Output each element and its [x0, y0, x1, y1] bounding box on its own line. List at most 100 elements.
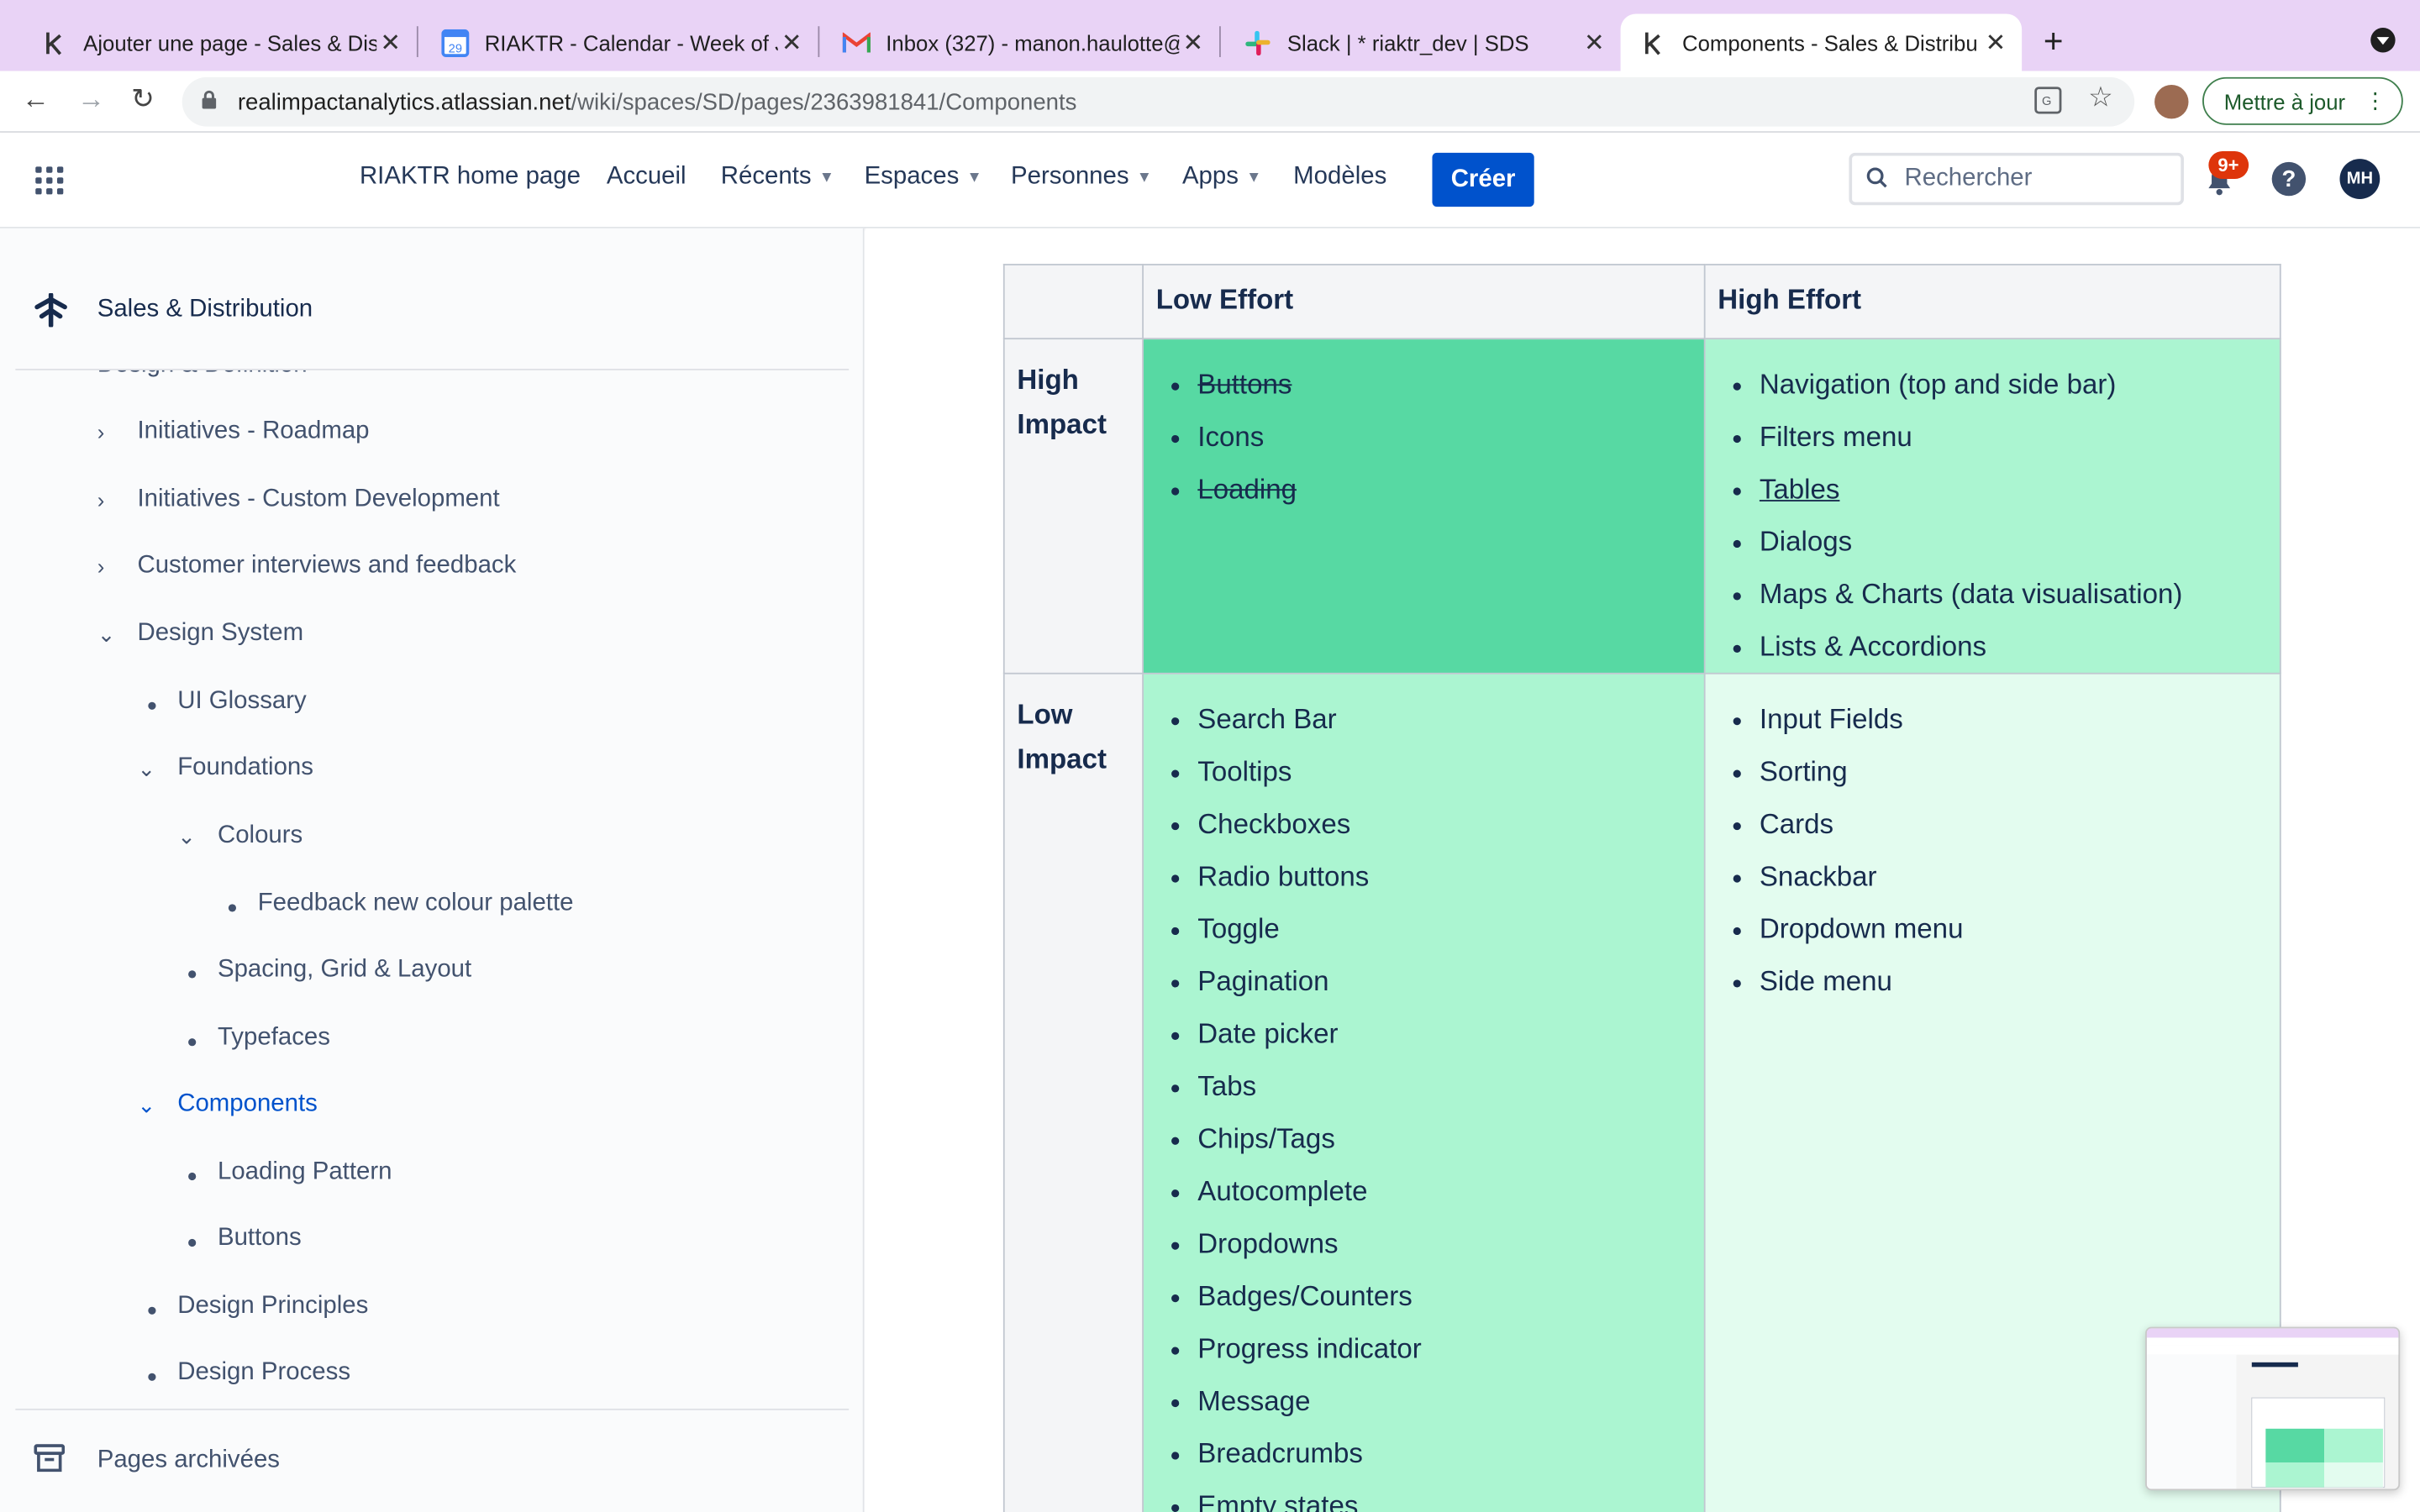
- screenshot-thumbnail[interactable]: [2145, 1326, 2401, 1491]
- sidebar-item-label: Typefaces: [217, 1024, 330, 1051]
- divider: [15, 368, 850, 370]
- sidebar-item-feedback-new-colour-palette[interactable]: Feedback new colour palette: [218, 887, 574, 921]
- sidebar-item-label: Foundations: [177, 754, 313, 781]
- table-row-low-impact: Low Impact Search BarTooltipsCheckboxesR…: [1002, 672, 2281, 1512]
- profile-avatar[interactable]: [2154, 85, 2189, 119]
- browser-tab[interactable]: Slack | * riaktr_dev | SDS ✕: [1234, 14, 1618, 71]
- column-header-high-effort: High Effort: [1703, 264, 2281, 340]
- list-item: Empty states: [1197, 1479, 1691, 1512]
- nav-apps-dropdown[interactable]: Apps ▼: [1182, 164, 1261, 192]
- tab-separator: [416, 26, 418, 57]
- help-icon[interactable]: ?: [2271, 161, 2307, 197]
- page-content: Low Effort High Effort High Impact Butto…: [865, 228, 2420, 1512]
- list-item: Tooltips: [1197, 745, 1691, 797]
- sidebar-item-label: Spacing, Grid & Layout: [217, 956, 472, 984]
- nav-accueil[interactable]: Accueil: [607, 164, 687, 192]
- chevron-down-icon[interactable]: ⌄: [137, 1091, 177, 1117]
- nav-recents-dropdown[interactable]: Récents ▼: [721, 164, 834, 192]
- nav-espaces-dropdown[interactable]: Espaces ▼: [865, 164, 982, 192]
- sidebar-item-label: Feedback new colour palette: [257, 890, 574, 917]
- sidebar-item-initiatives-custom-development[interactable]: › Initiatives - Custom Development: [97, 483, 500, 517]
- search-input[interactable]: Rechercher: [1849, 152, 2184, 206]
- space-sidebar: Sales & Distribution Design & Definition…: [0, 228, 865, 1512]
- nav-label: Espaces: [864, 163, 960, 190]
- close-icon[interactable]: ✕: [376, 27, 404, 58]
- reload-icon[interactable]: ↻: [131, 83, 155, 116]
- browser-tab[interactable]: 29 RIAKTR - Calendar - Week of J ✕: [432, 14, 815, 71]
- sidebar-item-typefaces[interactable]: Typefaces: [177, 1021, 330, 1055]
- chevron-down-icon[interactable]: ⌄: [137, 755, 177, 781]
- close-icon[interactable]: ✕: [1981, 27, 2009, 58]
- browser-tab-active[interactable]: Components - Sales & Distribu ✕: [1620, 13, 2023, 71]
- sidebar-item-label: Design System: [137, 620, 304, 647]
- component-list: ButtonsIconsLoading: [1144, 339, 1704, 515]
- close-icon[interactable]: ✕: [778, 27, 806, 58]
- cell-low-impact-low-effort: Search BarTooltipsCheckboxesRadio button…: [1142, 672, 1706, 1512]
- nav-personnes-dropdown[interactable]: Personnes ▼: [1011, 164, 1152, 192]
- browser-tab[interactable]: Ajouter une page - Sales & Dis ✕: [31, 14, 414, 71]
- chevron-right-icon[interactable]: ›: [97, 420, 138, 444]
- list-item: Cards: [1760, 798, 2267, 850]
- forward-icon[interactable]: →: [77, 83, 105, 116]
- search-placeholder: Rechercher: [1904, 165, 2033, 192]
- app-switcher-icon[interactable]: [35, 166, 64, 195]
- sidebar-item-initiatives-roadmap[interactable]: › Initiatives - Roadmap: [97, 415, 370, 449]
- sidebar-item-label: UI Glossary: [177, 688, 307, 715]
- table-header-row: Low Effort High Effort: [1002, 264, 2281, 340]
- sidebar-item-buttons[interactable]: Buttons: [177, 1222, 302, 1256]
- list-item: Search Bar: [1197, 693, 1691, 745]
- svg-text:G: G: [2042, 95, 2051, 108]
- row-header-high-impact: High Impact: [1002, 338, 1144, 675]
- cell-high-impact-low-effort: ButtonsIconsLoading: [1142, 338, 1706, 675]
- row-header-low-impact: Low Impact: [1002, 672, 1144, 1512]
- close-icon[interactable]: ✕: [1179, 27, 1207, 58]
- component-list: Input FieldsSortingCardsSnackbarDropdown…: [1706, 675, 2280, 1008]
- sidebar-item-colours[interactable]: ⌄ Colours: [177, 819, 302, 853]
- address-bar[interactable]: realimpactanalytics.atlassian.net/wiki/s…: [182, 76, 2135, 127]
- chevron-down-icon: ▼: [1246, 169, 1262, 186]
- tab-search-icon[interactable]: [2370, 28, 2396, 53]
- browser-tab[interactable]: Inbox (327) - manon.haulotte@ ✕: [834, 14, 1217, 71]
- sidebar-item-design-principles[interactable]: Design Principles: [137, 1290, 368, 1324]
- sidebar-item-design-process[interactable]: Design Process: [137, 1356, 350, 1389]
- url-host: realimpactanalytics.atlassian.net: [237, 88, 571, 115]
- sidebar-item-foundations[interactable]: ⌄ Foundations: [137, 751, 313, 785]
- component-list: Search BarTooltipsCheckboxesRadio button…: [1144, 675, 1704, 1512]
- space-header[interactable]: Sales & Distribution: [0, 228, 863, 370]
- bookmark-star-icon[interactable]: ☆: [2088, 81, 2113, 114]
- back-icon[interactable]: ←: [22, 83, 50, 116]
- sidebar-item-label: Loading Pattern: [217, 1158, 392, 1185]
- google-calendar-icon: 29: [441, 28, 470, 57]
- update-button[interactable]: Mettre à jour ⋮: [2202, 76, 2403, 125]
- nav-label: Récents: [720, 163, 812, 190]
- chevron-down-icon[interactable]: ⌄: [177, 823, 218, 849]
- chevron-right-icon[interactable]: ›: [97, 554, 138, 578]
- chevron-down-icon[interactable]: ⌄: [97, 621, 138, 647]
- sidebar-item-spacing-grid-layout[interactable]: Spacing, Grid & Layout: [177, 953, 471, 987]
- list-item: Buttons: [1197, 358, 1691, 410]
- chevron-right-icon[interactable]: ›: [97, 487, 138, 512]
- list-item: Toggle: [1197, 902, 1691, 954]
- user-avatar[interactable]: MH: [2339, 159, 2381, 199]
- list-item: Side menu: [1760, 955, 2267, 1007]
- nav-modeles[interactable]: Modèles: [1293, 164, 1386, 192]
- search-icon: [1866, 165, 1891, 192]
- sidebar-item-loading-pattern[interactable]: Loading Pattern: [177, 1156, 392, 1189]
- sidebar-item-components[interactable]: ⌄ Components: [137, 1088, 317, 1121]
- create-button[interactable]: Créer: [1432, 152, 1534, 207]
- sidebar-item-ui-glossary[interactable]: UI Glossary: [137, 685, 307, 719]
- new-tab-icon[interactable]: +: [2044, 22, 2064, 62]
- sidebar-item-design-system[interactable]: ⌄ Design System: [97, 617, 303, 651]
- lock-icon: [201, 90, 232, 114]
- sidebar-item-archived-pages[interactable]: Pages archivées: [97, 1447, 280, 1475]
- list-item[interactable]: Tables: [1760, 463, 2267, 515]
- sidebar-item-customer-interviews[interactable]: › Customer interviews and feedback: [97, 549, 517, 583]
- nav-home-link[interactable]: RIAKTR home page: [360, 164, 581, 192]
- tab-title: Slack | * riaktr_dev | SDS: [1286, 29, 1529, 55]
- notification-badge: 9+: [2208, 151, 2249, 180]
- component-list: Navigation (top and side bar)Filters men…: [1706, 339, 2280, 673]
- translate-icon[interactable]: G: [2034, 87, 2062, 122]
- bullet-marker: [137, 690, 177, 714]
- close-icon[interactable]: ✕: [1581, 27, 1608, 58]
- table-row-high-impact: High Impact ButtonsIconsLoading Navigati…: [1002, 338, 2281, 675]
